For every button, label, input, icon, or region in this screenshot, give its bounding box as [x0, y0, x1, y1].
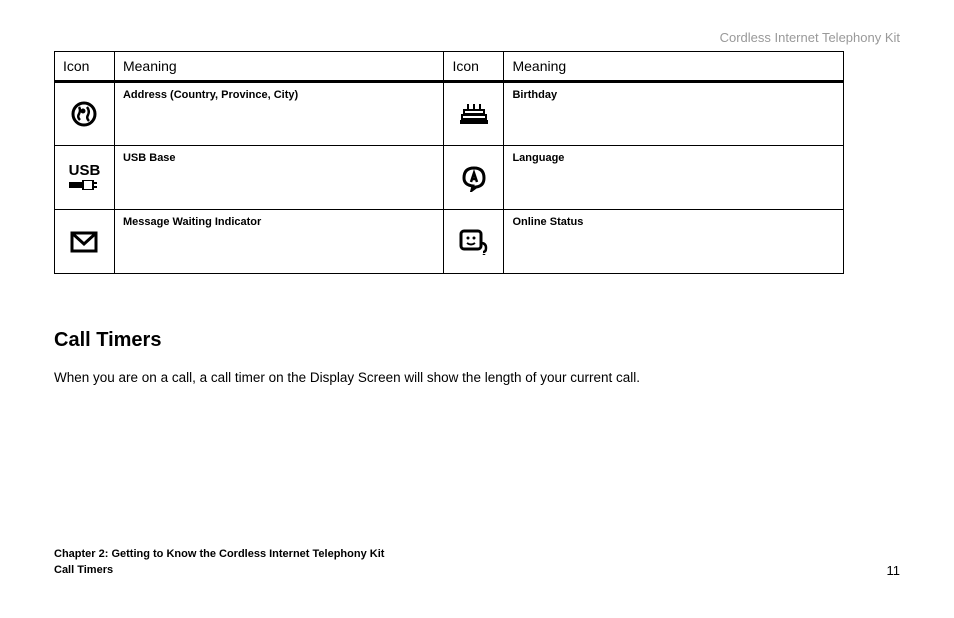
table-header-icon-1: Icon [55, 52, 115, 82]
meaning-language: Language [504, 146, 844, 210]
meaning-address: Address (Country, Province, City) [114, 82, 444, 146]
meaning-usb: USB Base [114, 146, 444, 210]
page-number: 11 [887, 563, 901, 578]
section-body: When you are on a call, a call timer on … [54, 370, 900, 385]
meaning-message: Message Waiting Indicator [114, 210, 444, 274]
footer-chapter-info: Chapter 2: Getting to Know the Cordless … [54, 547, 384, 578]
birthday-icon [444, 82, 504, 146]
globe-icon [55, 82, 115, 146]
footer-chapter: Chapter 2: Getting to Know the Cordless … [54, 547, 384, 562]
meaning-online-status: Online Status [504, 210, 844, 274]
language-icon [444, 146, 504, 210]
footer-subsection: Call Timers [54, 563, 384, 578]
table-row: Address (Country, Province, City) Birthd… [55, 82, 844, 146]
icon-meaning-table: Icon Meaning Icon Meaning Address (Count… [54, 51, 844, 274]
meaning-birthday: Birthday [504, 82, 844, 146]
usb-icon: USB [55, 146, 115, 210]
table-row: USB USB Base Language [55, 146, 844, 210]
product-name-header: Cordless Internet Telephony Kit [54, 30, 900, 45]
table-header-meaning-1: Meaning [114, 52, 444, 82]
section-heading-call-timers: Call Timers [54, 329, 900, 352]
table-row: Message Waiting Indicator Online Status [55, 210, 844, 274]
table-header-icon-2: Icon [444, 52, 504, 82]
page-footer: Chapter 2: Getting to Know the Cordless … [54, 547, 900, 578]
table-header-meaning-2: Meaning [504, 52, 844, 82]
online-status-icon [444, 210, 504, 274]
message-icon [55, 210, 115, 274]
